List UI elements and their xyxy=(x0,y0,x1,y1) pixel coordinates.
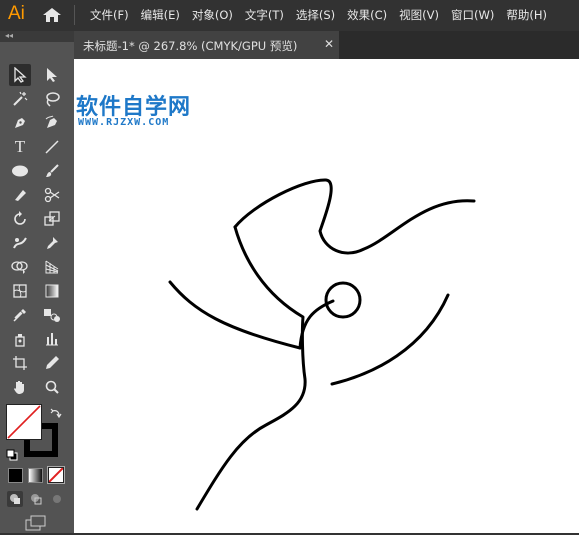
menu-type[interactable]: 文字(T) xyxy=(245,7,284,23)
mesh-tool-icon[interactable] xyxy=(9,280,31,302)
puppet-warp-icon[interactable] xyxy=(41,232,63,254)
magic-wand-icon[interactable] xyxy=(9,88,31,110)
perspective-grid-icon[interactable] xyxy=(41,256,63,278)
eyedropper-icon[interactable] xyxy=(9,304,31,326)
circle-head xyxy=(324,281,362,319)
lasso-icon[interactable] xyxy=(41,88,63,110)
draw-normal-icon[interactable] xyxy=(7,491,23,507)
menu-edit[interactable]: 编辑(E) xyxy=(141,7,180,23)
paintbrush-icon[interactable] xyxy=(41,160,63,182)
curve-torso xyxy=(195,225,307,511)
menu-bar: Ai 文件(F) 编辑(E) 对象(O) 文字(T) 选择(S) 效果(C) 视… xyxy=(0,0,579,30)
scissors-icon[interactable] xyxy=(41,184,63,206)
menu-select[interactable]: 选择(S) xyxy=(296,7,335,23)
pen-tool-icon[interactable] xyxy=(9,112,31,134)
close-icon[interactable]: ✕ xyxy=(324,37,334,51)
artwork xyxy=(168,178,476,511)
line-tool-icon[interactable] xyxy=(41,136,63,158)
selection-tool-icon[interactable] xyxy=(9,64,31,86)
zoom-tool-icon[interactable] xyxy=(41,376,63,398)
symbol-sprayer-icon[interactable] xyxy=(9,328,31,350)
blend-tool-icon[interactable] xyxy=(41,304,63,326)
shape-builder-icon[interactable] xyxy=(9,256,31,278)
hand-tool-icon[interactable] xyxy=(9,376,31,398)
menu-items: 文件(F) 编辑(E) 对象(O) 文字(T) 选择(S) 效果(C) 视图(V… xyxy=(90,7,559,23)
document-tab[interactable]: 未标题-1* @ 267.8% (CMYK/GPU 预览) ✕ xyxy=(74,31,339,59)
app-logo: Ai xyxy=(8,3,25,24)
menu-window[interactable]: 窗口(W) xyxy=(451,7,494,23)
type-tool-icon[interactable]: T xyxy=(9,136,31,158)
menu-effect[interactable]: 效果(C) xyxy=(347,7,387,23)
curve-head-loop xyxy=(233,178,476,255)
column-graph-icon[interactable] xyxy=(41,328,63,350)
gradient-tool-icon[interactable] xyxy=(41,280,63,302)
document-tab-title: 未标题-1* @ 267.8% (CMYK/GPU 预览) xyxy=(83,39,298,53)
rotate-tool-icon[interactable] xyxy=(9,208,31,230)
scale-tool-icon[interactable] xyxy=(41,208,63,230)
document-tab-bar: 未标题-1* @ 267.8% (CMYK/GPU 预览) ✕ xyxy=(74,31,579,59)
gradient-mode-button[interactable] xyxy=(28,468,43,483)
menu-separator xyxy=(74,5,75,25)
shaper-tool-icon[interactable] xyxy=(9,184,31,206)
draw-behind-icon[interactable] xyxy=(28,491,44,507)
toolbox-header[interactable]: ◂◂ xyxy=(0,31,74,42)
menu-help[interactable]: 帮助(H) xyxy=(506,7,547,23)
warp-tool-icon[interactable] xyxy=(9,232,31,254)
curvature-tool-icon[interactable] xyxy=(41,112,63,134)
toolbox: ◂◂ T xyxy=(0,31,74,533)
menu-object[interactable]: 对象(O) xyxy=(192,7,233,23)
artboard-tool-icon[interactable] xyxy=(9,352,31,374)
fill-swatch[interactable] xyxy=(6,404,42,440)
slice-tool-icon[interactable] xyxy=(41,352,63,374)
menu-view[interactable]: 视图(V) xyxy=(399,7,439,23)
ellipse-tool-icon[interactable] xyxy=(9,160,31,182)
draw-inside-icon[interactable] xyxy=(49,491,65,507)
home-icon[interactable] xyxy=(42,7,62,27)
artboard-canvas[interactable]: 软件自学网 WWW.RJZXW.COM xyxy=(74,59,579,533)
default-colors-icon[interactable] xyxy=(6,446,18,465)
color-mode-button[interactable] xyxy=(8,468,23,483)
direct-selection-tool-icon[interactable] xyxy=(41,64,63,86)
screen-mode-icon[interactable] xyxy=(24,515,48,535)
curve-left-arm xyxy=(168,280,302,350)
collapse-icon[interactable]: ◂◂ xyxy=(5,31,13,40)
swap-colors-icon[interactable] xyxy=(50,405,62,424)
none-mode-button[interactable] xyxy=(48,467,64,483)
menu-file[interactable]: 文件(F) xyxy=(90,7,129,23)
curve-right-arm xyxy=(330,293,450,386)
